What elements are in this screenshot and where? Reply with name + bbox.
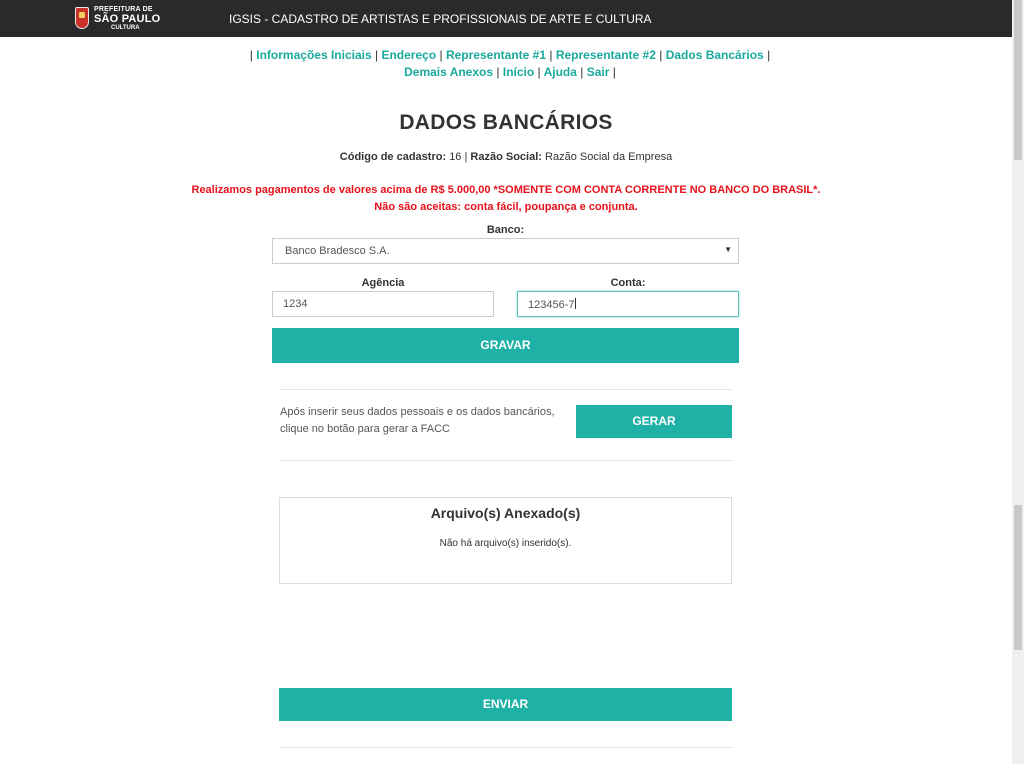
registration-info: Código de cadastro: 16 | Razão Social: R…: [272, 151, 740, 163]
section-nav: | Informações Iniciais | Endereço | Repr…: [230, 47, 790, 81]
divider: [280, 389, 732, 390]
attachments-title: Arquivo(s) Anexado(s): [430, 505, 581, 521]
logo-line-1: PREFEITURA DE: [94, 6, 153, 13]
company-label: Razão Social:: [470, 151, 542, 163]
save-button[interactable]: GRAVAR: [272, 328, 739, 363]
agency-input[interactable]: 1234: [272, 291, 494, 317]
nav-separator: |: [375, 48, 379, 62]
facc-instructions: Após inserir seus dados pessoais e os da…: [280, 404, 570, 438]
nav-separator: |: [612, 65, 616, 79]
nav-separator: |: [549, 48, 553, 62]
nav-separator: |: [249, 48, 253, 62]
logo-line-3: CULTURA: [111, 25, 140, 31]
app-title: IGSIS - CADASTRO DE ARTISTAS E PROFISSIO…: [229, 12, 652, 26]
bank-selected-value: Banco Bradesco S.A.: [285, 245, 390, 257]
dropdown-arrow-icon: ▼: [724, 245, 732, 254]
page-title: DADOS BANCÁRIOS: [399, 111, 613, 134]
agency-value: 1234: [283, 298, 308, 310]
nav-link-endereco[interactable]: Endereço: [381, 48, 436, 62]
warning-line-1: Realizamos pagamentos de valores acima d…: [191, 184, 821, 196]
prefeitura-logo[interactable]: PREFEITURA DE SÃO PAULO CULTURA: [75, 5, 165, 33]
account-value: 123456-7: [528, 299, 575, 311]
nav-separator: |: [439, 48, 443, 62]
company-value: Razão Social da Empresa: [545, 151, 673, 163]
facc-text-line-2: clique no botão para gerar a FACC: [280, 423, 450, 435]
nav-link-informacoes-iniciais[interactable]: Informações Iniciais: [256, 48, 371, 62]
attachments-panel: Arquivo(s) Anexado(s) Não há arquivo(s) …: [279, 497, 732, 584]
nav-link-sair[interactable]: Sair: [587, 65, 610, 79]
code-label: Código de cadastro:: [339, 151, 447, 163]
info-separator: |: [464, 151, 468, 163]
nav-link-demais-anexos[interactable]: Demais Anexos: [404, 65, 493, 79]
generate-facc-button[interactable]: GERAR: [576, 405, 732, 438]
nav-link-ajuda[interactable]: Ajuda: [544, 65, 577, 79]
bank-label: Banco:: [486, 224, 525, 236]
agency-label: Agência: [361, 277, 405, 289]
divider: [280, 747, 732, 748]
nav-link-dados-bancarios[interactable]: Dados Bancários: [666, 48, 764, 62]
scrollbar-thumb-lower[interactable]: [1014, 505, 1022, 650]
facc-text-line-1: Após inserir seus dados pessoais e os da…: [280, 406, 555, 418]
account-input[interactable]: 123456-7: [517, 291, 739, 317]
attachments-empty-message: Não há arquivo(s) inserido(s).: [439, 538, 572, 549]
nav-separator: |: [659, 48, 663, 62]
page-scrollbar[interactable]: [1012, 0, 1024, 764]
city-crest-icon: [75, 7, 89, 29]
nav-separator: |: [537, 65, 541, 79]
nav-separator: |: [496, 65, 500, 79]
account-label: Conta:: [610, 277, 646, 289]
top-bar: PREFEITURA DE SÃO PAULO CULTURA IGSIS - …: [0, 0, 1012, 37]
nav-link-representante-2[interactable]: Representante #2: [556, 48, 656, 62]
logo-line-2: SÃO PAULO: [94, 13, 161, 25]
scrollbar-thumb[interactable]: [1014, 0, 1022, 160]
code-value: 16: [449, 151, 462, 163]
divider: [280, 460, 732, 461]
warning-line-2: Não são aceitas: conta fácil, poupança e…: [374, 201, 638, 213]
nav-separator: |: [767, 48, 771, 62]
bank-select[interactable]: Banco Bradesco S.A. ▼: [272, 238, 739, 264]
payment-warning: Realizamos pagamentos de valores acima d…: [180, 182, 832, 216]
send-button[interactable]: ENVIAR: [279, 688, 732, 721]
nav-link-representante-1[interactable]: Representante #1: [446, 48, 546, 62]
nav-separator: |: [580, 65, 584, 79]
nav-link-inicio[interactable]: Início: [503, 65, 534, 79]
text-caret: [574, 298, 576, 309]
